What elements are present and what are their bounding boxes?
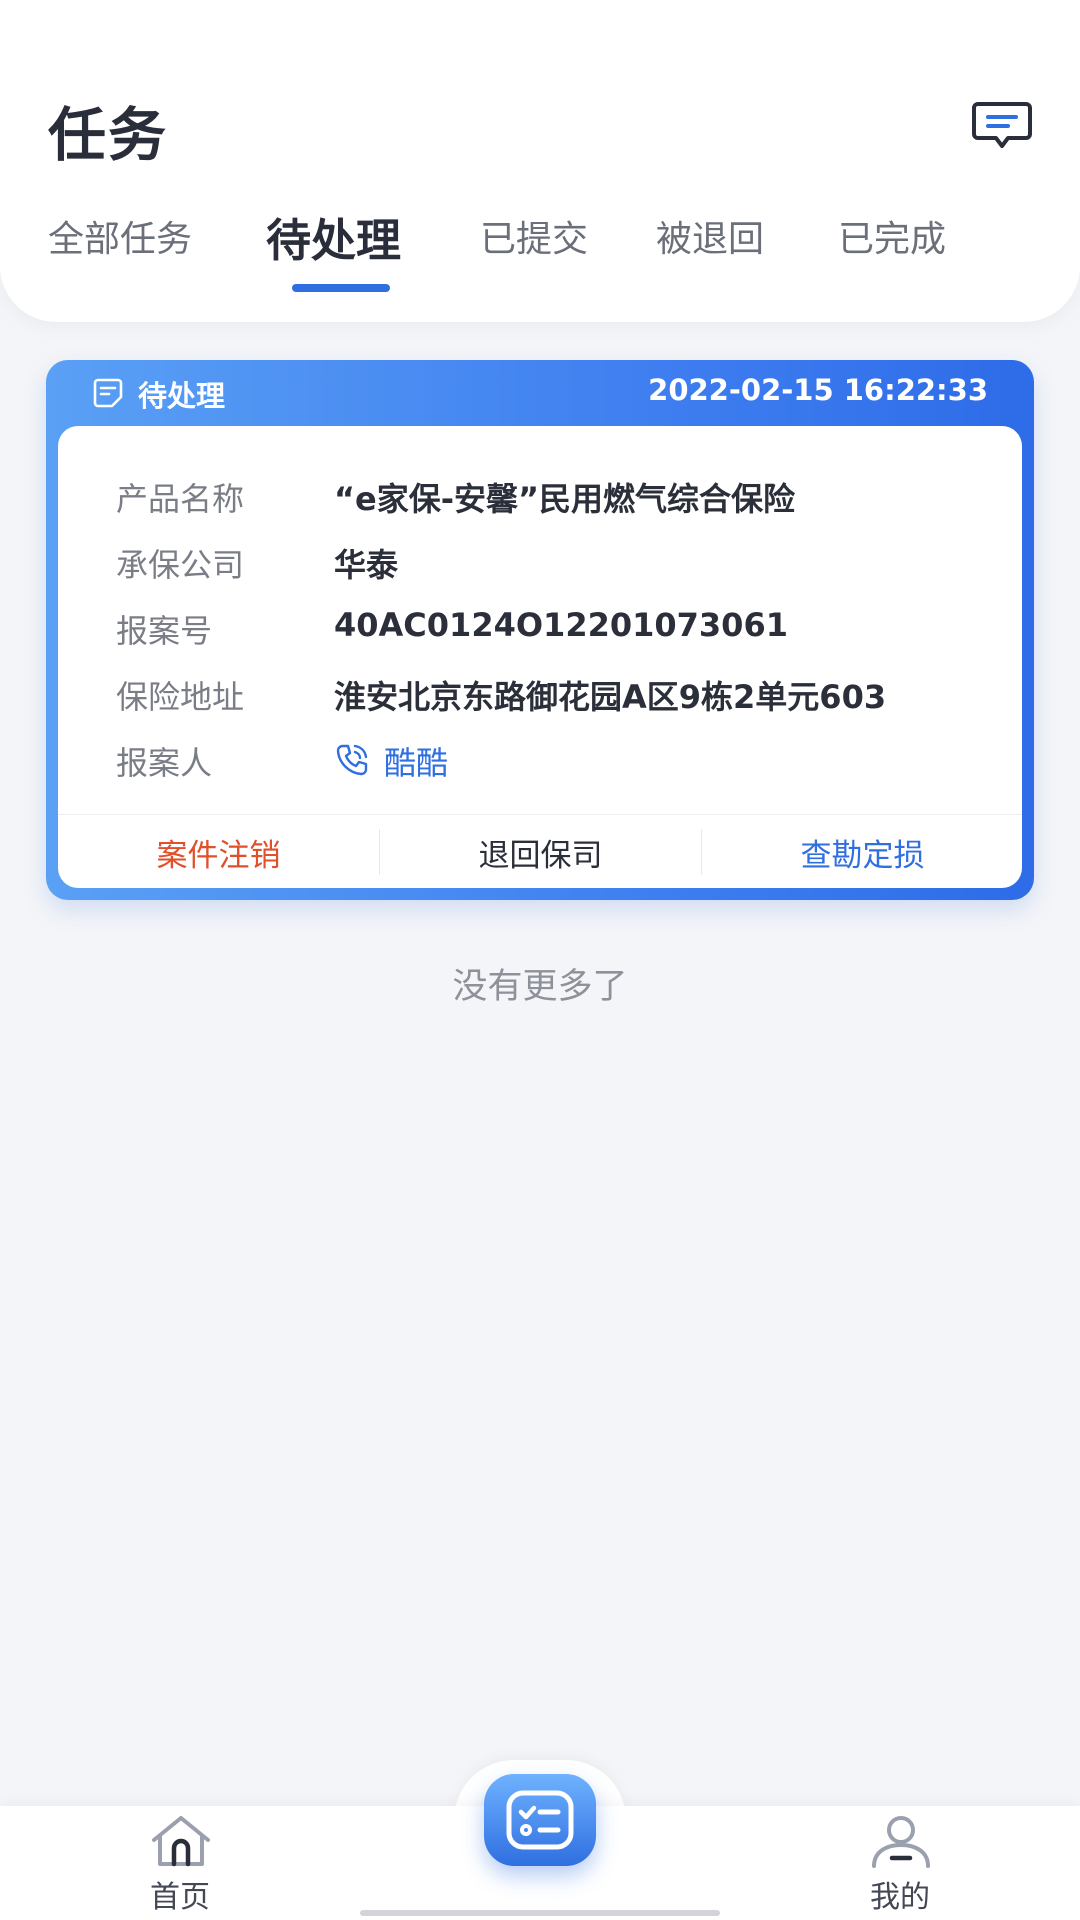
field-row-reporter: 报案人 酷酷 xyxy=(58,728,1022,788)
home-indicator xyxy=(360,1910,720,1916)
home-icon xyxy=(152,1816,210,1867)
nav-mine-label: 我的 xyxy=(870,1880,930,1915)
field-row-address: 保险地址 淮安北京东路御花园A区9栋2单元603 xyxy=(58,662,1022,722)
tab-pending[interactable]: 待处理 xyxy=(266,204,401,269)
task-tabs: 全部任务 待处理 已提交 被退回 已完成 xyxy=(0,210,1080,300)
user-icon xyxy=(872,1816,930,1868)
return-insurer-button[interactable]: 退回保司 xyxy=(380,815,701,888)
field-label: 报案人 xyxy=(116,744,213,782)
nav-mine[interactable]: 我的 xyxy=(840,1814,960,1915)
field-value: 华泰 xyxy=(334,546,399,584)
task-timestamp: 2022-02-15 16:22:33 xyxy=(648,373,988,407)
field-row-report-number: 报案号 40AC0124O12201073061 xyxy=(58,596,1022,656)
survey-assess-button[interactable]: 查勘定损 xyxy=(702,815,1022,888)
tab-submitted[interactable]: 已提交 xyxy=(480,210,588,262)
header: 任务 全部任务 待处理 已提交 被退回 已完成 xyxy=(0,0,1080,322)
field-label: 承保公司 xyxy=(116,546,245,584)
field-label: 报案号 xyxy=(116,612,213,650)
cancel-case-button[interactable]: 案件注销 xyxy=(58,815,379,888)
nav-home-label: 首页 xyxy=(150,1880,210,1915)
task-status: 待处理 xyxy=(138,379,226,413)
phone-icon[interactable] xyxy=(334,742,370,778)
task-actions: 案件注销 退回保司 查勘定损 xyxy=(58,814,1022,888)
message-icon[interactable] xyxy=(972,100,1032,152)
field-value: “e家保-安馨”民用燃气综合保险 xyxy=(334,480,796,518)
tab-all-tasks[interactable]: 全部任务 xyxy=(48,210,192,262)
field-label: 产品名称 xyxy=(116,480,245,518)
task-card-body: 产品名称 “e家保-安馨”民用燃气综合保险 承保公司 华泰 报案号 40AC01… xyxy=(58,426,1022,888)
tab-returned[interactable]: 被退回 xyxy=(656,210,764,262)
field-row-insurer: 承保公司 华泰 xyxy=(58,530,1022,590)
task-card[interactable]: 待处理 2022-02-15 16:22:33 产品名称 “e家保-安馨”民用燃… xyxy=(46,360,1034,900)
field-value: 淮安北京东路御花园A区9栋2单元603 xyxy=(334,678,887,716)
page-title: 任务 xyxy=(48,101,169,169)
reporter-name-link[interactable]: 酷酷 xyxy=(384,738,448,784)
list-end-text: 没有更多了 xyxy=(452,967,628,1007)
tab-completed[interactable]: 已完成 xyxy=(838,210,946,262)
task-card-header: 待处理 2022-02-15 16:22:33 xyxy=(46,360,1034,424)
field-label: 保险地址 xyxy=(116,678,245,716)
field-value: 40AC0124O12201073061 xyxy=(334,606,788,644)
active-tab-indicator xyxy=(292,284,390,292)
document-icon xyxy=(93,378,123,408)
nav-home[interactable]: 首页 xyxy=(120,1814,240,1915)
field-row-product: 产品名称 “e家保-安馨”民用燃气综合保险 xyxy=(58,464,1022,524)
task-list-icon xyxy=(506,1790,574,1850)
task-list-button[interactable] xyxy=(484,1774,596,1866)
